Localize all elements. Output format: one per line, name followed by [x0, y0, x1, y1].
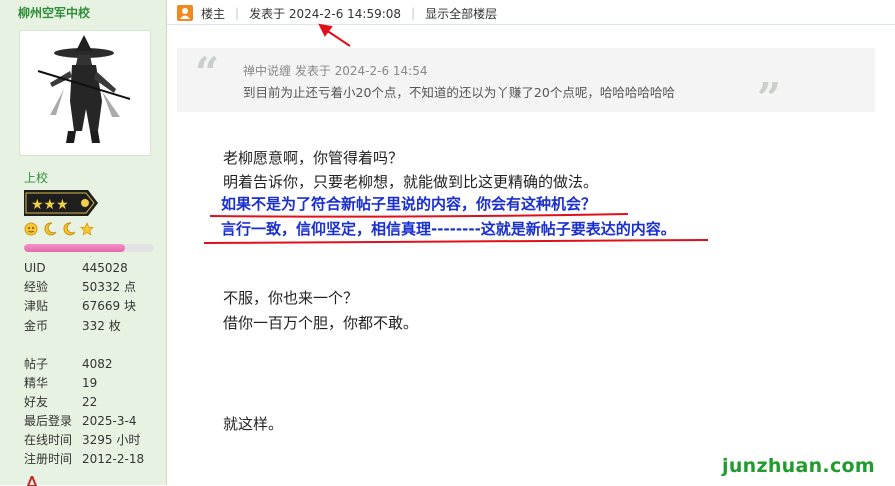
stat-row[interactable]: 帖子 4082: [24, 355, 164, 374]
owner-icon: [177, 5, 193, 21]
post-line: 就这样。: [223, 415, 284, 433]
star-medal-icon: [80, 221, 95, 236]
avatar[interactable]: [19, 30, 151, 156]
username-link[interactable]: 柳州空军中校: [18, 4, 90, 21]
post-header: 楼主 | 发表于 2024-2-6 14:59:08 | 显示全部楼层: [167, 0, 895, 25]
stat-row: 在线时间 3295 小时: [24, 433, 141, 448]
post-line: 老柳愿意啊，你管得着吗？: [223, 149, 404, 167]
stat-row: 金币 332 枚: [24, 318, 121, 333]
post-timestamp: 发表于 2024-2-6 14:59:08: [249, 6, 402, 21]
user-stats-primary: UID 445028 经验 50332 点 津贴 67669 块 金币 332 枚: [24, 259, 164, 336]
sun-medal-icon: [24, 222, 38, 236]
floor-label: 楼主: [201, 6, 226, 21]
post-line: 不服，你也来一个？: [223, 289, 359, 307]
separator: |: [411, 6, 416, 20]
user-stats-dates: 最后登录 2025-3-4 在线时间 3295 小时 注册时间 2012-2-18: [24, 412, 164, 470]
stat-row: 经验 50332 点: [24, 280, 136, 295]
user-stats-secondary: 帖子 4082 精华 19 好友 22: [24, 355, 164, 413]
post-line: 借你一百万个胆，你都不敢。: [223, 314, 419, 332]
stat-row: UID 445028: [24, 261, 128, 275]
rank-badge-icon: ★★★: [24, 190, 98, 216]
stat-row[interactable]: 精华 19: [24, 374, 164, 393]
stat-row[interactable]: 好友 22: [24, 393, 164, 412]
stat-row: 注册时间 2012-2-18: [24, 452, 145, 467]
post-line: 明着告诉你，只要老柳想，就能做到比这更精确的做法。: [223, 173, 599, 191]
show-all-floors-link[interactable]: 显示全部楼层: [425, 5, 497, 22]
quote-open-icon: “: [195, 48, 220, 97]
avatar-image: [37, 35, 131, 143]
moon-medal-icon: [62, 222, 76, 236]
separator: |: [235, 6, 240, 20]
quote-block: “ ” 禅中说缠 发表于 2024-2-6 14:54 到目前为止还亏着小20个…: [177, 48, 875, 120]
stat-row: 最后登录 2025-3-4: [24, 414, 137, 428]
svg-text:★★★: ★★★: [31, 197, 69, 213]
watermark: junzhuan.com: [722, 455, 875, 477]
post-highlight-line: 言行一致，信仰坚定，相信真理--------这就是新帖子要表达的内容。: [221, 220, 676, 238]
level-progress-bar: [24, 244, 154, 252]
medal-row: [24, 221, 95, 238]
post-highlight-line: 如果不是为了符合新帖子里说的内容，你会有这种机会？: [221, 195, 597, 213]
quote-close-icon: ”: [757, 74, 782, 123]
user-sidebar: 柳州空军中校 上校 ★★★ UID 445028 经验 50332 点 津贴 6…: [0, 0, 167, 486]
stat-row: 津贴 67669 块: [24, 299, 136, 314]
quote-author: 禅中说缠 发表于 2024-2-6 14:54: [243, 64, 428, 78]
moon-medal-icon: [43, 222, 57, 236]
level-progress-fill: [24, 244, 126, 252]
quote-text: 到目前为止还亏着小20个点，不知道的还以为丫赚了20个点呢，哈哈哈哈哈哈: [243, 85, 675, 100]
rank-title: 上校: [24, 171, 49, 185]
arrow-annotation: [318, 23, 351, 47]
